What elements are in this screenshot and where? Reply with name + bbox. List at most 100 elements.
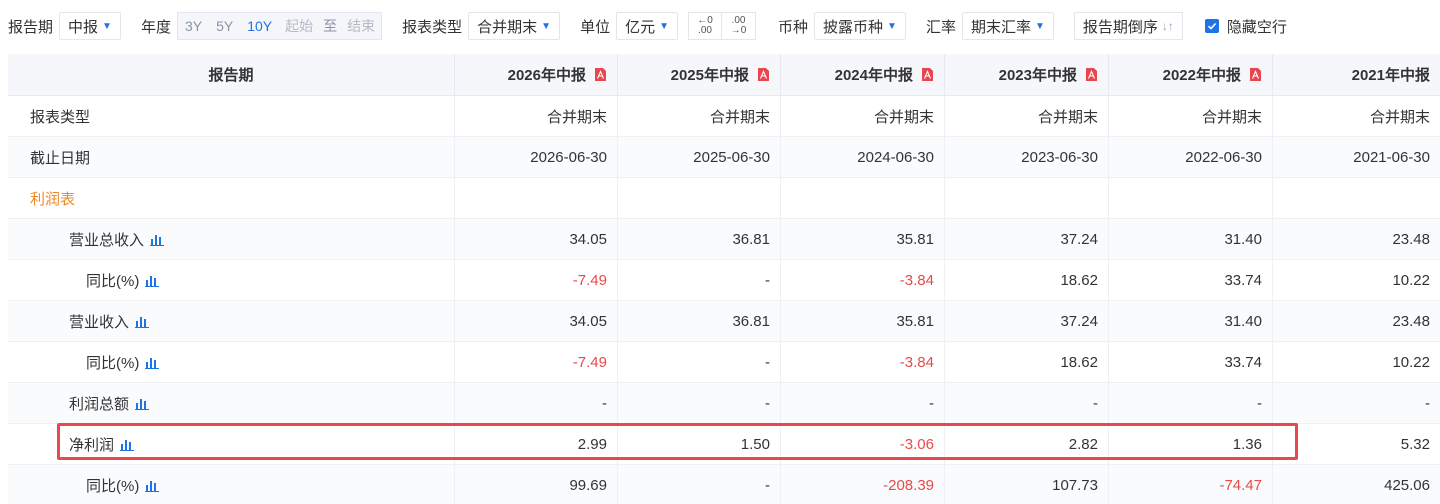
row-label: 利润总额	[69, 395, 130, 413]
table-cell: 18.62	[945, 342, 1109, 382]
table-cell: 2.82	[945, 424, 1109, 464]
decrease-decimals-button[interactable]: .00 →0	[722, 12, 756, 40]
column-title: 2026年中报	[507, 67, 586, 84]
bar-chart-icon[interactable]	[135, 315, 150, 328]
column-title: 2022年中报	[1162, 67, 1241, 84]
table-header-row: 报告期 2026年中报 2025年中报 2024年中报 2023年中报 2022…	[8, 54, 1440, 96]
table-cell: 合并期末	[1109, 96, 1273, 136]
table-cell: 31.40	[1109, 301, 1273, 341]
table-cell: 2023-06-30	[945, 137, 1109, 177]
pdf-icon[interactable]	[921, 67, 934, 82]
row-label: 报表类型	[8, 96, 455, 136]
table-cell: 2026-06-30	[455, 137, 618, 177]
filter-toolbar: 报告期 中报 ▼ 年度 3Y 5Y 10Y 起始 至 结束 报表类型 合并期末 …	[0, 0, 1440, 52]
row-label: 同比(%)	[86, 354, 140, 372]
table-cell	[455, 178, 618, 218]
table-cell	[1273, 178, 1440, 218]
table-cell: 2025-06-30	[618, 137, 781, 177]
row-label-cell: 同比(%)	[8, 465, 455, 504]
row-label-cell: 同比(%)	[8, 342, 455, 382]
year-option-5y[interactable]: 5Y	[209, 13, 240, 39]
table-cell: -3.84	[781, 260, 945, 300]
bar-chart-icon[interactable]	[145, 356, 160, 369]
table-cell: -208.39	[781, 465, 945, 504]
section-title[interactable]: 利润表	[8, 178, 455, 218]
bar-chart-icon[interactable]	[150, 233, 165, 246]
period-label: 报告期	[8, 18, 54, 36]
table-cell: 34.05	[455, 219, 618, 259]
currency-label: 币种	[778, 18, 809, 36]
row-label-cell: 利润总额	[8, 383, 455, 423]
table-cell: 合并期末	[781, 96, 945, 136]
table-cell	[1109, 178, 1273, 218]
year-option-10y[interactable]: 10Y	[240, 13, 279, 39]
row-label: 同比(%)	[86, 477, 140, 495]
table-cell	[945, 178, 1109, 218]
table-cell: 36.81	[618, 219, 781, 259]
column-title: 2021年中报	[1351, 67, 1430, 84]
table-row: 同比(%) 99.69 - -208.39 107.73 -74.47 425.…	[8, 465, 1440, 504]
pdf-icon[interactable]	[757, 67, 770, 82]
chevron-down-icon: ▼	[541, 20, 552, 32]
start-year-input[interactable]: 起始	[279, 13, 319, 39]
pdf-icon[interactable]	[1249, 67, 1262, 82]
table-row: 同比(%) -7.49 - -3.84 18.62 33.74 10.22	[8, 260, 1440, 301]
table-cell: -	[618, 342, 781, 382]
table-cell: -	[455, 383, 618, 423]
hide-empty-rows-checkbox[interactable]	[1204, 19, 1219, 33]
table-cell: -	[781, 383, 945, 423]
financial-table: 报告期 2026年中报 2025年中报 2024年中报 2023年中报 2022…	[8, 54, 1440, 504]
header-column: 2022年中报	[1109, 54, 1273, 95]
section-row: 利润表	[8, 178, 1440, 219]
column-title: 2023年中报	[998, 67, 1077, 84]
table-cell: 37.24	[945, 219, 1109, 259]
increase-decimals-button[interactable]: ←0 .00	[688, 12, 722, 40]
bar-chart-icon[interactable]	[120, 438, 135, 451]
check-icon	[1207, 22, 1217, 30]
unit-select[interactable]: 亿元 ▼	[616, 12, 678, 40]
pdf-icon[interactable]	[1085, 67, 1098, 82]
table-cell: -	[1109, 383, 1273, 423]
table-cell: -3.06	[781, 424, 945, 464]
row-label: 同比(%)	[86, 272, 140, 290]
table-cell: 37.24	[945, 301, 1109, 341]
period-select[interactable]: 中报 ▼	[59, 12, 121, 40]
table-cell: 425.06	[1384, 476, 1430, 494]
year-option-3y[interactable]: 3Y	[178, 13, 209, 39]
bar-chart-icon[interactable]	[135, 397, 150, 410]
table-cell: 33.74	[1109, 342, 1273, 382]
table-cell	[618, 178, 781, 218]
table-cell: -7.49	[455, 260, 618, 300]
table-cell: -7.49	[455, 342, 618, 382]
unit-label: 单位	[580, 18, 611, 36]
chevron-down-icon: ▼	[1034, 20, 1045, 32]
sort-order-button[interactable]: 报告期倒序 ↓↑	[1073, 12, 1183, 40]
fx-select-value: 期末汇率	[970, 18, 1031, 36]
table-cell: 合并期末	[618, 96, 781, 136]
table-cell: 合并期末	[455, 96, 618, 136]
pdf-icon[interactable]	[594, 67, 607, 82]
table-cell: -	[1425, 394, 1430, 412]
header-column: 2023年中报	[945, 54, 1109, 95]
table-cell: 34.05	[455, 301, 618, 341]
decrease-decimals-icon-bottom: →0	[730, 25, 747, 36]
table-cell	[781, 178, 945, 218]
currency-select[interactable]: 披露币种 ▼	[814, 12, 906, 40]
header-period-cell: 报告期	[8, 54, 455, 95]
row-label-cell: 营业总收入	[8, 219, 455, 259]
table-cell: 2022-06-30	[1109, 137, 1273, 177]
table-cell: 31.40	[1109, 219, 1273, 259]
table-cell: 35.81	[781, 219, 945, 259]
end-year-input[interactable]: 结束	[341, 13, 381, 39]
table-cell: 33.74	[1109, 260, 1273, 300]
table-cell: 10.22	[1392, 271, 1430, 289]
header-column: 2021年中报	[1273, 54, 1440, 95]
bar-chart-icon[interactable]	[145, 479, 160, 492]
table-row-net-profit: 净利润 2.99 1.50 -3.06 2.82 1.36 5.32	[8, 424, 1440, 465]
fx-select[interactable]: 期末汇率 ▼	[961, 12, 1054, 40]
fx-label: 汇率	[925, 18, 956, 36]
report-type-select[interactable]: 合并期末 ▼	[468, 12, 561, 40]
table-cell: 23.48	[1392, 312, 1430, 330]
year-range-control: 3Y 5Y 10Y 起始 至 结束	[176, 12, 383, 40]
bar-chart-icon[interactable]	[145, 274, 160, 287]
